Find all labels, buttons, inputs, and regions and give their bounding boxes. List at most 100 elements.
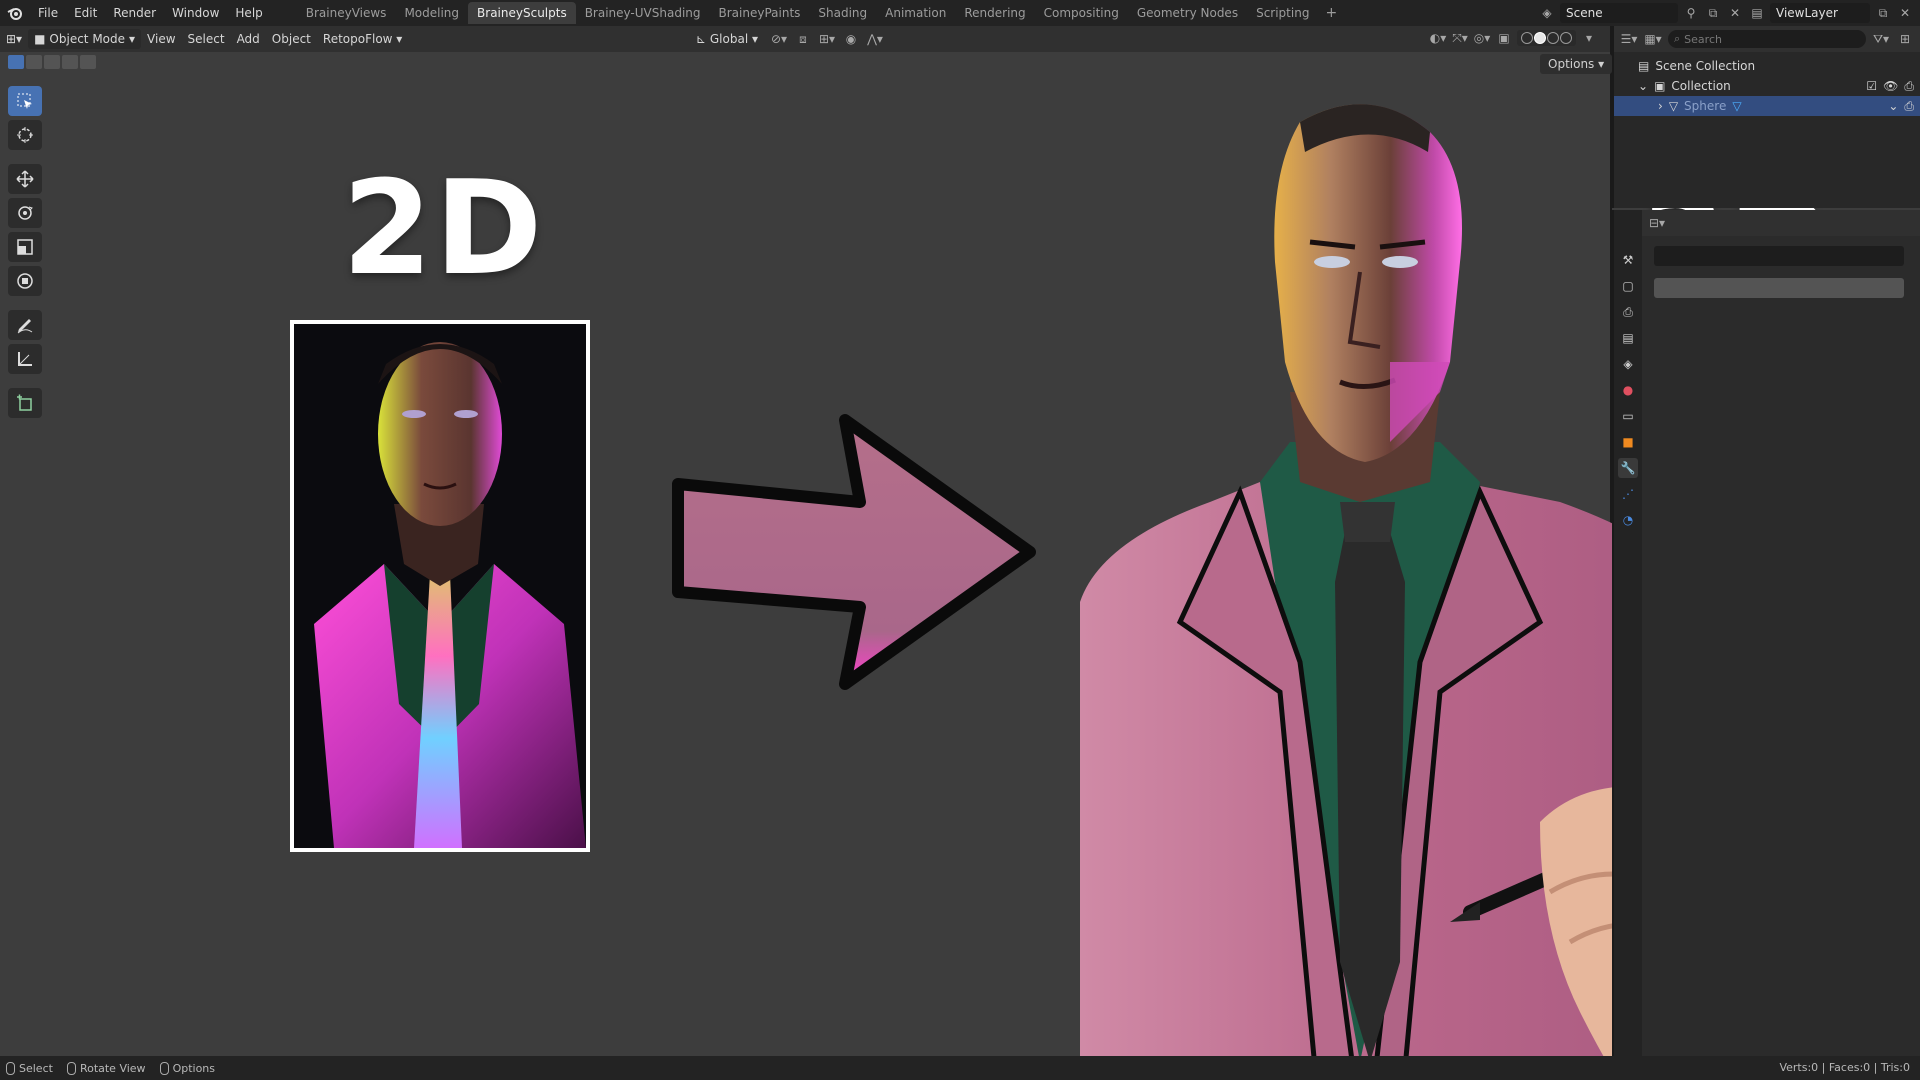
overlay-icon[interactable]: ◎▾ (1473, 29, 1491, 47)
material-shading-icon[interactable] (1547, 32, 1559, 44)
view-layer-tab-icon[interactable]: ▤ (1618, 328, 1638, 348)
menu-help[interactable]: Help (227, 0, 270, 26)
object-tab-icon[interactable]: ■ (1618, 432, 1638, 452)
menu-view[interactable]: View (141, 29, 181, 49)
new-scene-icon[interactable]: ⧉ (1704, 4, 1722, 22)
view-layer-field[interactable]: ViewLayer (1770, 3, 1870, 23)
scene-collection-label: Scene Collection (1655, 59, 1756, 73)
chevron-down-icon[interactable]: ⌄ (1638, 79, 1648, 93)
select-intersect-icon[interactable] (80, 55, 96, 69)
properties-name-field[interactable] (1654, 246, 1904, 266)
tab-modeling[interactable]: Modeling (395, 2, 468, 24)
outliner-scene-collection[interactable]: ▤ Scene Collection (1614, 56, 1920, 76)
properties-editor-icon[interactable]: ⊟▾ (1648, 214, 1666, 232)
chevron-right-icon[interactable]: › (1658, 99, 1663, 113)
menu-window[interactable]: Window (164, 0, 227, 26)
menu-add[interactable]: Add (231, 29, 266, 49)
select-box-tool[interactable] (8, 86, 42, 116)
cursor-tool[interactable] (8, 120, 42, 150)
render-tab-icon[interactable]: ▢ (1618, 276, 1638, 296)
tool-tab-icon[interactable]: ⚒ (1618, 250, 1638, 270)
viewport-options-button[interactable]: Options ▾ (1540, 54, 1613, 74)
select-new-icon[interactable] (8, 55, 24, 69)
menu-file[interactable]: File (30, 0, 66, 26)
tab-scripting[interactable]: Scripting (1247, 2, 1318, 24)
menu-retopoflow[interactable]: RetopoFlow ▾ (317, 29, 408, 49)
pin-icon[interactable]: ⚲ (1682, 4, 1700, 22)
reference-image (290, 320, 590, 852)
rendered-shading-icon[interactable] (1560, 32, 1572, 44)
status-rotate: Rotate View (66, 1061, 146, 1075)
pivot-icon[interactable]: ⊘▾ (770, 30, 788, 48)
editor-type-dropdown[interactable]: ⊞▾ (0, 29, 28, 49)
blender-logo-icon[interactable] (0, 0, 30, 26)
tab-shading[interactable]: Shading (809, 2, 876, 24)
new-collection-icon[interactable]: ⊞ (1896, 30, 1914, 48)
filter-icon[interactable]: ⛛▾ (1872, 30, 1890, 48)
output-tab-icon[interactable]: ⎙ (1618, 302, 1638, 322)
gizmo-icon[interactable]: ⤧▾ (1451, 29, 1469, 47)
tab-compositing[interactable]: Compositing (1035, 2, 1128, 24)
scene-tab-icon[interactable]: ◈ (1618, 354, 1638, 374)
collection-label: Collection (1671, 79, 1731, 93)
visibility-icon[interactable]: ◐▾ (1429, 29, 1447, 47)
measure-tool[interactable] (8, 344, 42, 374)
menu-object[interactable]: Object (266, 29, 317, 49)
rotate-tool[interactable] (8, 198, 42, 228)
select-invert-icon[interactable] (62, 55, 78, 69)
collection-icon: ▣ (1654, 79, 1666, 93)
outliner-editor-icon[interactable]: ☰▾ (1620, 30, 1638, 48)
hidden-eye-icon[interactable]: ⌄ (1888, 99, 1898, 114)
camera-icon[interactable]: ⎙ (1904, 79, 1914, 94)
transform-orientation-dropdown[interactable]: ⊾ Global ▾ (690, 29, 764, 49)
select-extend-icon[interactable] (26, 55, 42, 69)
outliner-search-input[interactable]: ⌕ Search (1668, 30, 1866, 48)
xray-icon[interactable]: ▣ (1495, 29, 1513, 47)
proportional-edit-icon[interactable]: ◉ (842, 30, 860, 48)
tab-brainey-sculpts[interactable]: BraineySculpts (468, 2, 576, 24)
scene-name-field[interactable]: Scene (1560, 3, 1678, 23)
tab-geometry-nodes[interactable]: Geometry Nodes (1128, 2, 1247, 24)
falloff-icon[interactable]: ⋀▾ (866, 30, 884, 48)
particles-tab-icon[interactable]: ⋰ (1618, 484, 1638, 504)
mode-dropdown[interactable]: ■ Object Mode ▾ (28, 29, 142, 49)
modifier-wrench-icon[interactable]: 🔧 (1618, 458, 1638, 478)
tab-brainey-views[interactable]: BraineyViews (297, 2, 396, 24)
transform-tool[interactable] (8, 266, 42, 296)
snap-target-icon[interactable]: ⊞▾ (818, 30, 836, 48)
select-subtract-icon[interactable] (44, 55, 60, 69)
scale-tool[interactable] (8, 232, 42, 262)
camera-icon[interactable]: ⎙ (1904, 99, 1914, 114)
checkbox-icon[interactable]: ☑ (1866, 79, 1877, 94)
add-workspace-button[interactable]: + (1318, 5, 1344, 21)
shading-options-icon[interactable]: ▾ (1580, 29, 1598, 47)
menu-render[interactable]: Render (105, 0, 164, 26)
solid-shading-icon[interactable] (1534, 32, 1546, 44)
add-cube-tool[interactable] (8, 388, 42, 418)
eye-icon[interactable]: 👁 (1883, 79, 1898, 94)
tab-brainey-uvshading[interactable]: Brainey-UVShading (576, 2, 710, 24)
collection-tab-icon[interactable]: ▭ (1618, 406, 1638, 426)
annotate-tool[interactable] (8, 310, 42, 340)
outliner-collection[interactable]: ⌄ ▣ Collection ☑ 👁 ⎙ (1614, 76, 1920, 96)
options-label: Options (1548, 57, 1595, 71)
tab-rendering[interactable]: Rendering (955, 2, 1034, 24)
outliner-object-sphere[interactable]: › ▽ Sphere ▽ ⌄ ⎙ (1614, 96, 1920, 116)
wireframe-shading-icon[interactable] (1521, 32, 1533, 44)
rotate-icon (18, 206, 33, 220)
properties-add-modifier-field[interactable] (1654, 278, 1904, 298)
3d-viewport[interactable]: 2D (0, 52, 1920, 1080)
tab-animation[interactable]: Animation (876, 2, 955, 24)
tab-brainey-paints[interactable]: BraineyPaints (710, 2, 810, 24)
display-mode-icon[interactable]: ▦▾ (1644, 30, 1662, 48)
menu-select[interactable]: Select (182, 29, 231, 49)
new-view-layer-icon[interactable]: ⧉ (1874, 4, 1892, 22)
physics-tab-icon[interactable]: ◔ (1618, 510, 1638, 530)
annotate-pencil-icon (17, 319, 33, 334)
delete-scene-icon[interactable]: ✕ (1726, 4, 1744, 22)
snap-icon[interactable]: ⧈ (794, 30, 812, 48)
delete-view-layer-icon[interactable]: ✕ (1896, 4, 1914, 22)
world-tab-icon[interactable]: ● (1618, 380, 1638, 400)
move-tool[interactable] (8, 164, 42, 194)
menu-edit[interactable]: Edit (66, 0, 105, 26)
